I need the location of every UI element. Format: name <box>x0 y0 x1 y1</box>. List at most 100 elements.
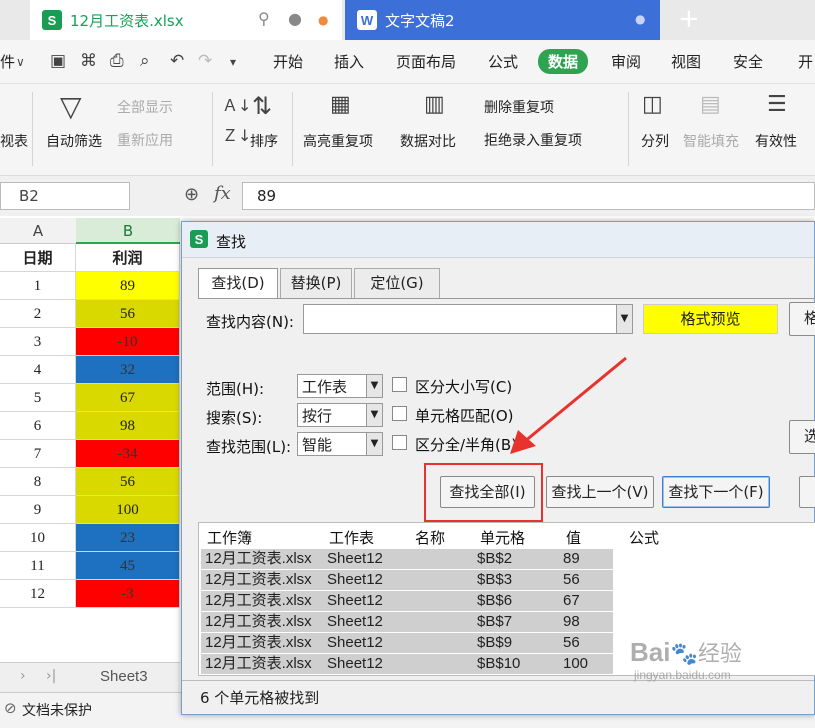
tab-find[interactable]: 查找(D) <box>198 268 278 299</box>
redo-icon[interactable]: ↷ <box>198 51 212 71</box>
find-content-input[interactable]: ▼ <box>303 304 633 334</box>
print-preview-icon[interactable]: ⌕ <box>140 51 150 71</box>
sort-asc-icon[interactable]: Ａ↓ <box>222 92 251 116</box>
last-sheet-icon[interactable]: ›| <box>46 668 56 684</box>
chevron-down-icon[interactable]: ▼ <box>616 305 632 333</box>
column-header-b[interactable]: B <box>76 218 180 244</box>
tab-goto[interactable]: 定位(G) <box>354 268 440 298</box>
pin-icon[interactable]: ⚲ <box>258 9 270 28</box>
highlight-duplicates-icon[interactable]: ▦ <box>330 92 351 117</box>
reject-duplicates-button[interactable]: 拒绝录入重复项 <box>484 130 582 150</box>
result-header-value[interactable]: 值 <box>566 527 581 548</box>
result-row[interactable]: 12月工资表.xlsx Sheet12 $B$2 89 <box>201 549 613 569</box>
reapply-button[interactable]: 重新应用 <box>117 130 173 150</box>
new-tab-button[interactable]: + <box>678 4 700 34</box>
data-compare-icon[interactable]: ▥ <box>424 92 445 117</box>
row-number-cell[interactable]: 3 <box>0 328 76 356</box>
dialog-titlebar[interactable]: S 查找 <box>182 222 814 258</box>
scope-select[interactable]: 工作表 ▼ <box>297 374 383 398</box>
result-row[interactable]: 12月工资表.xlsx Sheet12 $B$6 67 <box>201 591 613 611</box>
data-compare-button[interactable]: 数据对比 <box>400 131 456 151</box>
row-number-cell[interactable]: 5 <box>0 384 76 412</box>
chevron-down-icon[interactable]: ∨ <box>16 55 25 69</box>
options-button[interactable]: 选 <box>789 420 815 454</box>
row-number-cell[interactable]: 2 <box>0 300 76 328</box>
smart-fill-icon[interactable]: ▤ <box>700 92 721 117</box>
find-previous-button[interactable]: 查找上一个(V) <box>546 476 654 508</box>
result-row[interactable]: 12月工资表.xlsx Sheet12 $B$7 98 <box>201 612 613 632</box>
menu-insert[interactable]: 插入 <box>334 51 364 72</box>
menu-page-layout[interactable]: 页面布局 <box>396 51 456 72</box>
menu-formula[interactable]: 公式 <box>488 51 518 72</box>
result-row[interactable]: 12月工资表.xlsx Sheet12 $B$9 56 <box>201 633 613 653</box>
sort-button[interactable]: 排序 <box>250 131 278 151</box>
profit-cell[interactable]: 56 <box>76 468 180 496</box>
menu-review[interactable]: 审阅 <box>611 51 641 72</box>
tab-spreadsheet[interactable]: S 12月工资表.xlsx ⚲ ● ● <box>30 0 342 40</box>
validity-icon[interactable]: ☰ <box>767 92 787 117</box>
chevron-down-icon[interactable]: ▼ <box>366 404 382 426</box>
close-button-cut[interactable] <box>799 476 815 508</box>
more-icon[interactable]: ▾ <box>230 55 236 69</box>
profit-cell[interactable]: 67 <box>76 384 180 412</box>
bulb-icon[interactable]: ● <box>288 9 302 28</box>
filter-icon[interactable]: ▽ <box>60 90 82 123</box>
row-number-cell[interactable]: 1 <box>0 272 76 300</box>
menu-start[interactable]: 开始 <box>273 51 303 72</box>
header-cell-profit[interactable]: 利润 <box>76 244 180 272</box>
function-icon[interactable]: fx <box>214 183 231 204</box>
width-checkbox[interactable] <box>392 435 407 450</box>
profit-cell[interactable]: -34 <box>76 440 180 468</box>
format-painter-icon[interactable]: ⌘ <box>80 51 97 71</box>
search-select[interactable]: 按行 ▼ <box>297 403 383 427</box>
name-box[interactable]: B2 <box>0 182 130 210</box>
result-header-formula[interactable]: 公式 <box>629 527 659 548</box>
save-icon[interactable]: ▣ <box>50 51 66 71</box>
menu-file-cut[interactable]: 件 <box>0 51 15 72</box>
profit-cell[interactable]: 45 <box>76 552 180 580</box>
validity-button[interactable]: 有效性 <box>755 131 797 151</box>
profit-cell[interactable]: 23 <box>76 524 180 552</box>
column-header-a[interactable]: A <box>0 218 76 244</box>
menu-data[interactable]: 数据 <box>538 49 589 74</box>
find-all-button[interactable]: 查找全部(I) <box>440 476 535 508</box>
zoom-icon[interactable]: ⊕ <box>184 184 199 205</box>
result-header-sheet[interactable]: 工作表 <box>329 527 374 548</box>
row-number-cell[interactable]: 4 <box>0 356 76 384</box>
row-number-cell[interactable]: 6 <box>0 412 76 440</box>
tab-document[interactable]: W 文字文稿2 ● <box>345 0 660 40</box>
smart-fill-button[interactable]: 智能填充 <box>683 131 739 151</box>
result-row[interactable]: 12月工资表.xlsx Sheet12 $B$10 100 <box>201 654 613 674</box>
protection-status[interactable]: 文档未保护 <box>22 700 92 720</box>
menu-view[interactable]: 视图 <box>671 51 701 72</box>
remove-duplicates-button[interactable]: 删除重复项 <box>484 97 554 117</box>
chevron-down-icon[interactable]: ▼ <box>366 433 382 455</box>
profit-cell[interactable]: 98 <box>76 412 180 440</box>
menu-dev-cut[interactable]: 开 <box>798 51 813 72</box>
profit-cell[interactable]: -10 <box>76 328 180 356</box>
profit-cell[interactable]: 89 <box>76 272 180 300</box>
lookin-select[interactable]: 智能 ▼ <box>297 432 383 456</box>
profit-cell[interactable]: 32 <box>76 356 180 384</box>
autofilter-button[interactable]: 自动筛选 <box>46 131 102 151</box>
profit-cell[interactable]: 100 <box>76 496 180 524</box>
undo-icon[interactable]: ↶ <box>170 51 184 71</box>
chevron-down-icon[interactable]: ▼ <box>366 375 382 397</box>
row-number-cell[interactable]: 11 <box>0 552 76 580</box>
case-checkbox[interactable] <box>392 377 407 392</box>
split-column-button[interactable]: 分列 <box>641 131 669 151</box>
result-row[interactable]: 12月工资表.xlsx Sheet12 $B$3 56 <box>201 570 613 590</box>
result-header-name[interactable]: 名称 <box>415 527 445 548</box>
tab-replace[interactable]: 替换(P) <box>280 268 352 298</box>
profit-cell[interactable]: 56 <box>76 300 180 328</box>
next-sheet-icon[interactable]: › <box>20 668 26 684</box>
row-number-cell[interactable]: 10 <box>0 524 76 552</box>
sheet-tab[interactable]: Sheet3 <box>100 668 148 685</box>
pivot-table-label[interactable]: 视表 <box>0 131 28 151</box>
row-number-cell[interactable]: 7 <box>0 440 76 468</box>
cell-match-checkbox[interactable] <box>392 406 407 421</box>
result-header-cell[interactable]: 单元格 <box>480 527 525 548</box>
row-number-cell[interactable]: 9 <box>0 496 76 524</box>
profit-cell[interactable]: -3 <box>76 580 180 608</box>
row-number-cell[interactable]: 8 <box>0 468 76 496</box>
